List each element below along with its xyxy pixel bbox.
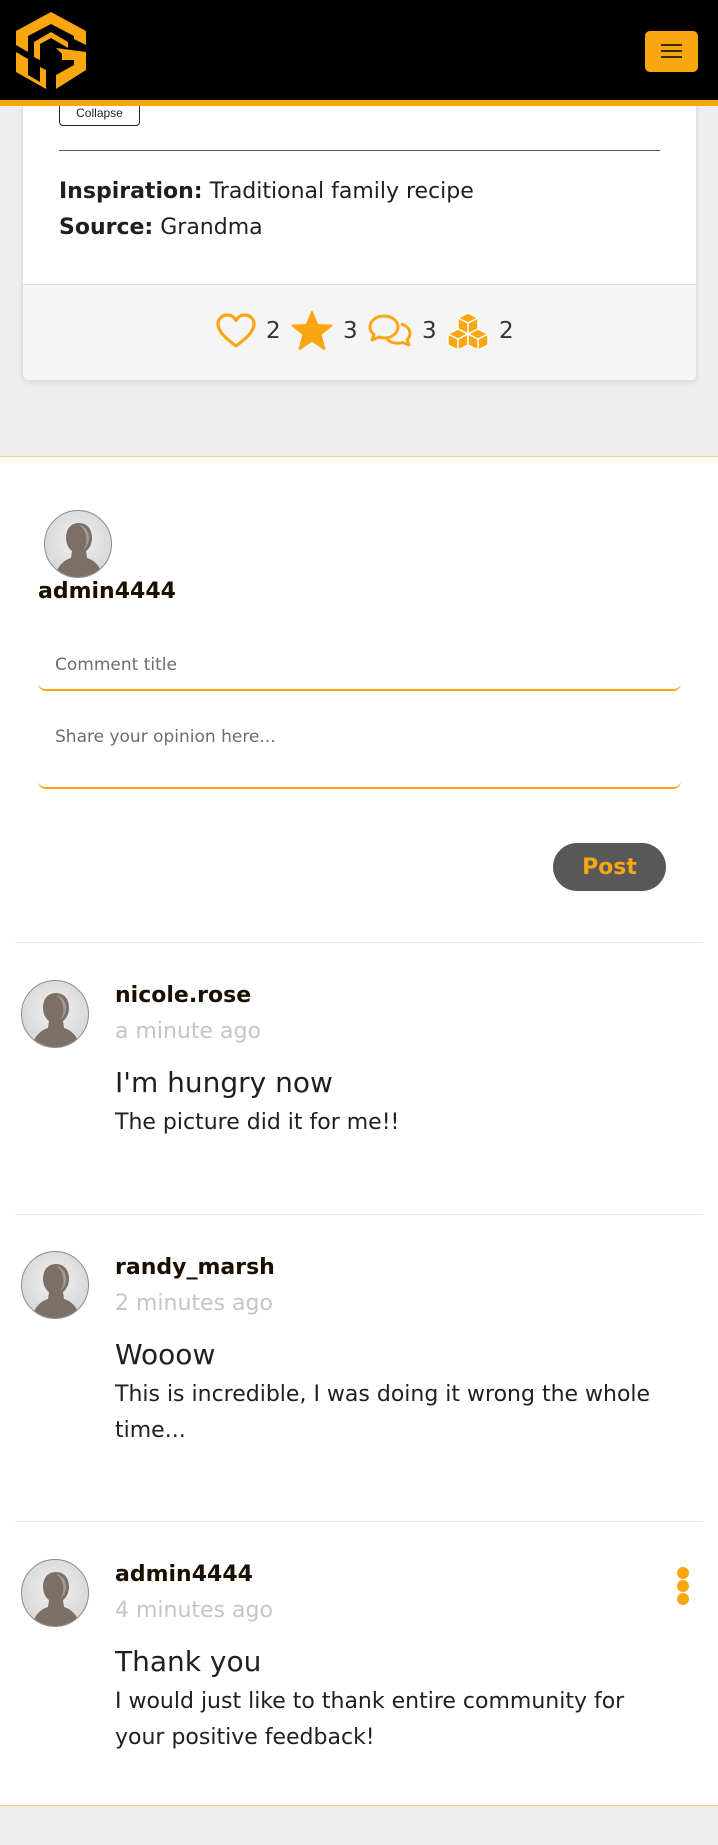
favorites-stat[interactable]: 3 bbox=[291, 309, 358, 353]
inspiration-line: Inspiration: Traditional family recipe bbox=[59, 179, 474, 204]
favorites-count: 3 bbox=[343, 318, 358, 344]
post-button[interactable]: Post bbox=[553, 843, 666, 891]
source-line: Source: Grandma bbox=[59, 215, 263, 240]
comment-avatar[interactable] bbox=[21, 1251, 89, 1319]
kebab-dot bbox=[677, 1593, 689, 1605]
comment-title: Wooow bbox=[115, 1338, 216, 1371]
likes-stat[interactable]: 2 bbox=[216, 309, 281, 353]
comment-timestamp: a minute ago bbox=[115, 1019, 261, 1044]
comment-username[interactable]: randy_marsh bbox=[115, 1255, 275, 1280]
comment-title: I'm hungry now bbox=[115, 1066, 333, 1099]
composer-avatar[interactable] bbox=[44, 510, 112, 578]
user-avatar-icon bbox=[31, 1572, 81, 1626]
comment-title-input[interactable] bbox=[38, 641, 681, 691]
hamburger-icon-line bbox=[661, 56, 682, 58]
hamburger-icon bbox=[661, 44, 682, 46]
star-icon bbox=[291, 311, 333, 350]
likes-count: 2 bbox=[266, 318, 281, 344]
recipe-card: Collapse Inspiration: Traditional family… bbox=[23, 60, 696, 380]
comment-avatar[interactable] bbox=[21, 980, 89, 1048]
comments-count: 3 bbox=[422, 318, 437, 344]
card-divider bbox=[59, 150, 660, 151]
comment-text: This is incredible, I was doing it wrong… bbox=[115, 1382, 651, 1443]
comment-item: admin4444 4 minutes ago Thank you I woul… bbox=[15, 1521, 703, 1807]
source-value: Grandma bbox=[160, 215, 263, 240]
comment-section: admin4444 Post nicole.rose a minute ago … bbox=[0, 456, 718, 1806]
kebab-dot bbox=[677, 1567, 689, 1579]
heart-icon bbox=[216, 313, 256, 348]
user-avatar-icon bbox=[31, 993, 81, 1047]
menu-toggle-button[interactable] bbox=[645, 31, 698, 72]
hamburger-icon-line bbox=[661, 50, 682, 52]
comments-icon bbox=[368, 314, 412, 347]
inspiration-value: Traditional family recipe bbox=[209, 179, 474, 204]
composer-username: admin4444 bbox=[38, 579, 176, 604]
comment-title: Thank you bbox=[115, 1645, 262, 1678]
source-label: Source: bbox=[59, 215, 154, 240]
shares-count: 2 bbox=[499, 318, 514, 344]
comment-username[interactable]: admin4444 bbox=[115, 1562, 253, 1587]
comment-text: I would just like to thank entire commun… bbox=[115, 1689, 625, 1750]
kebab-dot bbox=[677, 1580, 689, 1592]
comment-username[interactable]: nicole.rose bbox=[115, 983, 251, 1008]
comment-avatar[interactable] bbox=[21, 1559, 89, 1627]
cube-logo-icon[interactable] bbox=[16, 12, 86, 89]
recipe-stats-bar: 2 3 3 2 bbox=[23, 284, 696, 380]
shares-stat[interactable]: 2 bbox=[447, 309, 514, 353]
comment-body-textarea[interactable] bbox=[38, 707, 681, 789]
comments-stat[interactable]: 3 bbox=[368, 309, 437, 353]
navbar bbox=[0, 0, 718, 106]
user-avatar-icon bbox=[31, 1264, 81, 1318]
cubes-icon bbox=[447, 312, 489, 350]
comment-item: nicole.rose a minute ago I'm hungry now … bbox=[15, 942, 703, 1214]
inspiration-label: Inspiration: bbox=[59, 179, 203, 204]
comment-options-icon[interactable] bbox=[677, 1567, 689, 1605]
comment-timestamp: 4 minutes ago bbox=[115, 1598, 273, 1623]
comment-item: randy_marsh 2 minutes ago Wooow This is … bbox=[15, 1214, 703, 1521]
comment-timestamp: 2 minutes ago bbox=[115, 1291, 273, 1316]
comment-text: The picture did it for me!! bbox=[115, 1110, 400, 1135]
user-avatar-icon bbox=[54, 523, 104, 577]
